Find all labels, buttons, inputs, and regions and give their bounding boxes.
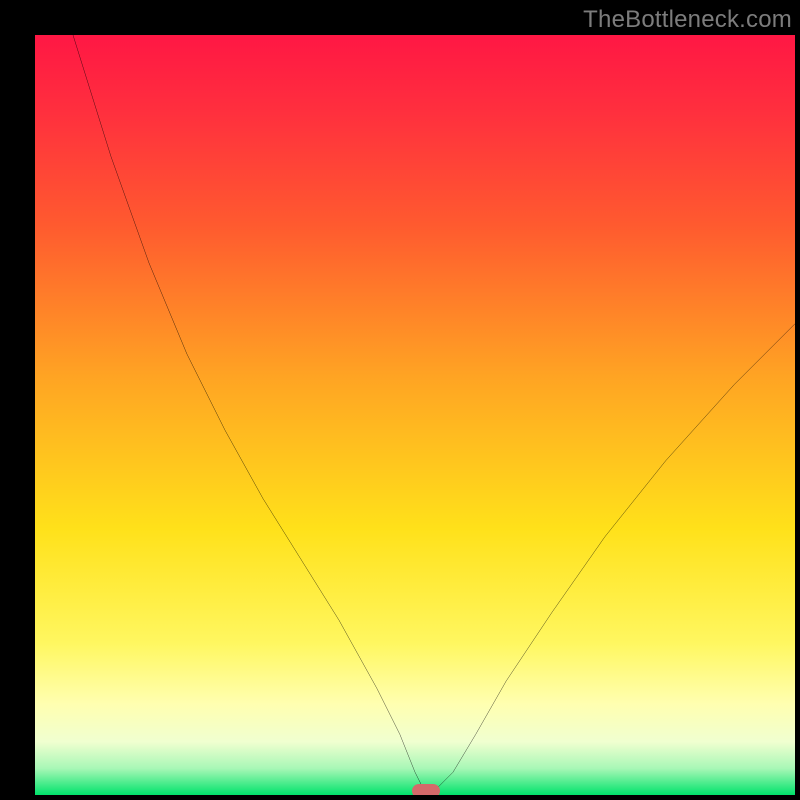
min-point-marker: [412, 784, 440, 795]
watermark-text: TheBottleneck.com: [583, 6, 792, 34]
bottleneck-curve: [35, 35, 795, 795]
chart-frame: TheBottleneck.com: [0, 0, 800, 800]
plot-area: [35, 35, 795, 795]
